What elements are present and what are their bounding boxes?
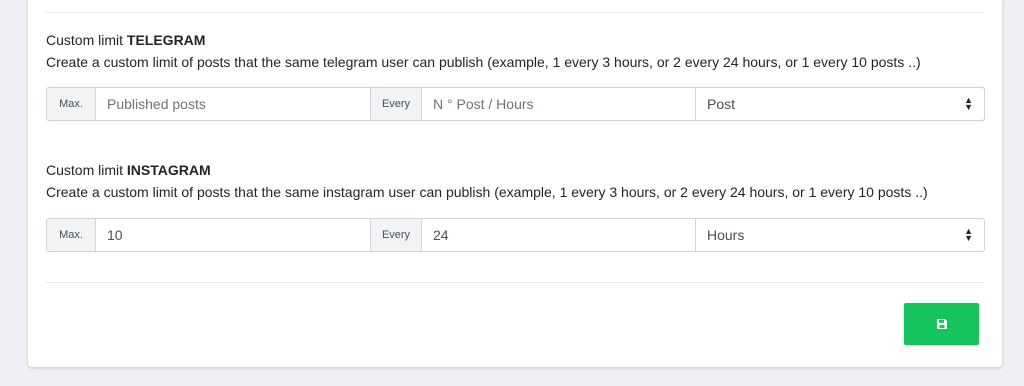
telegram-title-bold: TELEGRAM xyxy=(126,32,206,48)
telegram-title: Custom limit TELEGRAM xyxy=(46,32,205,48)
instagram-max-input[interactable] xyxy=(95,218,371,252)
select-arrows-icon: ▲ ▼ xyxy=(964,95,973,112)
instagram-description: Create a custom limit of posts that the … xyxy=(46,184,928,200)
telegram-max-addon: Max. xyxy=(46,87,96,121)
instagram-every-input[interactable] xyxy=(421,218,696,252)
telegram-every-addon: Every xyxy=(370,87,422,121)
telegram-every-input[interactable] xyxy=(421,87,696,121)
instagram-title-prefix: Custom limit xyxy=(46,162,124,178)
instagram-title-bold: INSTAGRAM xyxy=(126,162,211,178)
top-divider xyxy=(46,12,984,13)
save-icon xyxy=(936,319,947,329)
bottom-divider xyxy=(46,282,984,283)
instagram-unit-select[interactable]: Hours ▲ ▼ xyxy=(695,218,985,252)
instagram-max-addon: Max. xyxy=(46,218,96,252)
telegram-limit-row: Max. Every Post ▲▼ xyxy=(46,87,985,121)
select-arrows-icon: ▲ ▼ xyxy=(964,226,973,243)
instagram-every-addon: Every xyxy=(370,218,422,252)
instagram-title: Custom limit INSTAGRAM xyxy=(46,162,211,178)
telegram-unit-select[interactable]: Post ▲ ▼ xyxy=(695,87,985,121)
instagram-limit-row: Max. Every Hours ▲▼ xyxy=(46,218,985,252)
telegram-unit-selected: Post xyxy=(707,96,736,112)
telegram-title-prefix: Custom limit xyxy=(46,32,124,48)
settings-card: Custom limit TELEGRAM Create a custom li… xyxy=(28,0,1002,367)
save-button[interactable] xyxy=(904,303,979,345)
telegram-max-input[interactable] xyxy=(95,87,371,121)
telegram-description: Create a custom limit of posts that the … xyxy=(46,54,921,70)
instagram-unit-selected: Hours xyxy=(707,227,745,243)
